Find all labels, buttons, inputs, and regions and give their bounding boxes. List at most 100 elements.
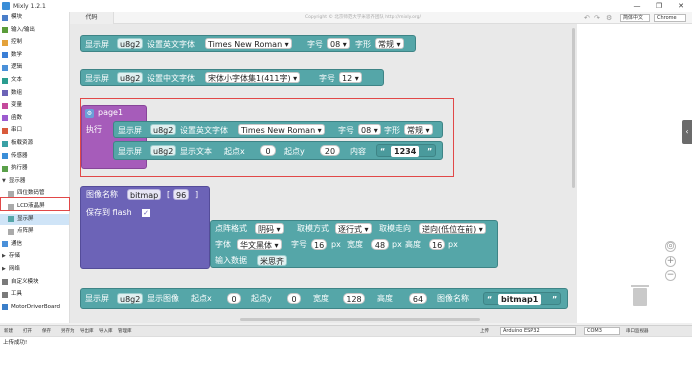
input-data-value[interactable]: 米思齐 xyxy=(257,255,287,266)
sidebar-item-22[interactable]: 工具 xyxy=(0,289,69,300)
set-english-font-block[interactable]: 显示屏 u8g2 设置英文字体 Times New Roman ▾ 字号 08 … xyxy=(80,35,416,52)
category-icon xyxy=(2,64,8,71)
image-name-string-block[interactable]: “ bitmap1 ” xyxy=(483,292,561,305)
board-select[interactable]: Arduino ESP32 xyxy=(500,327,576,335)
bottom-toolbar: 上传 Arduino ESP32 COM3 串口监视器 新建 打开 保存 另存为 导出库… xyxy=(0,325,692,336)
language-select[interactable]: 简体中文 xyxy=(620,14,650,22)
sidebar-item-label: 数学 xyxy=(11,51,23,58)
font-dropdown[interactable]: 华文黑体 ▾ xyxy=(237,239,282,250)
start-y-input[interactable]: 0 xyxy=(287,293,301,304)
sidebar-item-12[interactable]: 执行器 xyxy=(0,163,69,174)
size-dropdown[interactable]: 12 ▾ xyxy=(339,72,362,83)
sidebar-item-label: 网络 xyxy=(8,266,20,272)
input-data-label: 输入数据 xyxy=(215,256,247,265)
sidebar-item-20[interactable]: ▶ 网络 xyxy=(0,264,69,275)
sidebar-item-label: 存储 xyxy=(8,253,20,260)
save-flash-checkbox[interactable]: ✓ xyxy=(142,209,150,217)
u8g2-chip[interactable]: u8g2 xyxy=(117,38,144,49)
code-tab[interactable]: 代码 xyxy=(70,12,114,24)
zoom-center-icon[interactable]: ◎ xyxy=(665,241,676,252)
settings-icon[interactable]: ⚙ xyxy=(606,12,612,24)
sidebar-item-17[interactable]: 点阵屏 xyxy=(0,226,69,237)
format-dropdown[interactable]: 阴码 ▾ xyxy=(255,223,284,234)
bitmap-size-chip[interactable]: 96 xyxy=(173,189,190,200)
sidebar-item-label: 显示屏 xyxy=(17,215,34,222)
cn-font-dropdown[interactable]: 宋体小字体集1(411字) ▾ xyxy=(205,72,301,83)
maximize-button[interactable]: ❐ xyxy=(648,0,670,12)
width-input[interactable]: 128 xyxy=(343,293,365,304)
copyright-text: Copyright © 北京师范大学米思齐团队 http://mixly.org… xyxy=(305,15,421,20)
px-label: px xyxy=(392,240,402,249)
category-icon xyxy=(2,90,8,97)
redo-icon[interactable]: ↷ xyxy=(594,12,600,24)
expand-panel-icon[interactable]: ‹ xyxy=(682,120,692,144)
mode-dropdown[interactable]: 逐行式 ▾ xyxy=(335,223,372,234)
undo-icon[interactable]: ↶ xyxy=(584,12,590,24)
direction-dropdown[interactable]: 逆向(低位在前) ▾ xyxy=(419,223,486,234)
sidebar-item-23[interactable]: MotorDriverBoard xyxy=(0,302,69,313)
sidebar-item-18[interactable]: 通信 xyxy=(0,239,69,250)
category-icon xyxy=(8,216,14,223)
height-input[interactable]: 64 xyxy=(409,293,427,304)
sidebar-item-19[interactable]: ▶ 存储 xyxy=(0,251,69,262)
highlight-page-block xyxy=(80,98,454,177)
show-image-block[interactable]: 显示屏 u8g2 显示图像 起点x 0 起点y 0 宽度 128 高度 64 图… xyxy=(80,288,568,309)
sidebar-item-1[interactable]: 输入/输出 xyxy=(0,25,69,36)
sidebar-item-13[interactable]: ▼ 显示器 xyxy=(0,176,69,187)
width-input[interactable]: 48 xyxy=(371,239,389,250)
bitmap-options-block[interactable]: 点阵格式 阴码 ▾ 取模方式 逐行式 ▾ 取模走向 逆向(低位在前) ▾ 字体 … xyxy=(210,220,498,268)
set-chinese-font-block[interactable]: 显示屏 u8g2 设置中文字体 宋体小字体集1(411字) ▾ 字号 12 ▾ xyxy=(80,69,384,86)
sidebar-item-label: 板载资源 xyxy=(11,140,34,146)
title-bar: Mixly 1.2.1 — ❐ ✕ xyxy=(0,0,692,12)
sidebar-item-6[interactable]: 数组 xyxy=(0,88,69,99)
height-input[interactable]: 16 xyxy=(429,239,445,250)
image-name-value[interactable]: bitmap1 xyxy=(498,294,542,305)
size-dropdown[interactable]: 08 ▾ xyxy=(327,38,350,49)
minimize-button[interactable]: — xyxy=(626,0,648,12)
sidebar-item-4[interactable]: 逻辑 xyxy=(0,62,69,73)
font-label: 字体 xyxy=(215,240,231,249)
sidebar-item-label: 串口 xyxy=(11,127,23,134)
sidebar-item-8[interactable]: 函数 xyxy=(0,113,69,124)
bitmap-name-chip[interactable]: bitmap xyxy=(127,189,162,200)
sidebar-item-10[interactable]: 板载资源 xyxy=(0,138,69,149)
sidebar-item-11[interactable]: 传感器 xyxy=(0,151,69,162)
trash-icon[interactable] xyxy=(631,285,649,306)
u8g2-chip[interactable]: u8g2 xyxy=(117,293,144,304)
image-name-label: 图像名称 xyxy=(437,294,469,303)
sidebar-item-2[interactable]: 控制 xyxy=(0,37,69,48)
sidebar-item-9[interactable]: 串口 xyxy=(0,125,69,136)
category-icon xyxy=(2,27,8,34)
zoom-in-icon[interactable]: + xyxy=(665,256,676,267)
bitmap-block[interactable]: 图像名称 bitmap [ 96 ] 保存到 flash ✓ xyxy=(80,186,210,269)
category-icon xyxy=(2,291,8,298)
close-quote-icon: ” xyxy=(552,295,558,304)
height-label: 高度 xyxy=(405,240,421,249)
browser-select[interactable]: Chrome xyxy=(654,14,686,22)
sidebar-item-5[interactable]: 文本 xyxy=(0,75,69,86)
sidebar-item-label: 逻辑 xyxy=(11,64,23,71)
port-select[interactable]: COM3 xyxy=(584,327,620,335)
sidebar-item-21[interactable]: 自定义模块 xyxy=(0,277,69,288)
shape-dropdown[interactable]: 常规 ▾ xyxy=(375,38,404,49)
zoom-out-icon[interactable]: − xyxy=(665,270,676,281)
size-input[interactable]: 16 xyxy=(311,239,327,250)
shape-label: 字形 xyxy=(355,40,371,49)
font-dropdown[interactable]: Times New Roman ▾ xyxy=(205,38,292,49)
close-button[interactable]: ✕ xyxy=(670,0,692,12)
sidebar-item-0[interactable]: 模块 xyxy=(0,12,69,23)
image-name-label: 图像名称 xyxy=(86,190,118,199)
workspace-vertical-scrollbar[interactable] xyxy=(572,28,575,188)
sidebar-item-16[interactable]: 显示屏 xyxy=(0,213,69,225)
window-title: Mixly 1.2.1 xyxy=(13,2,46,10)
sidebar-item-7[interactable]: 变量 xyxy=(0,100,69,111)
u8g2-chip[interactable]: u8g2 xyxy=(117,72,144,83)
workspace-horizontal-scrollbar[interactable] xyxy=(240,318,480,321)
category-icon xyxy=(2,14,8,21)
category-icon xyxy=(2,279,8,286)
category-icon xyxy=(8,190,14,197)
sidebar-item-label: 变量 xyxy=(11,102,23,109)
chevron-right-icon: ▶ xyxy=(2,253,6,260)
start-x-input[interactable]: 0 xyxy=(227,293,241,304)
sidebar-item-3[interactable]: 数学 xyxy=(0,50,69,61)
